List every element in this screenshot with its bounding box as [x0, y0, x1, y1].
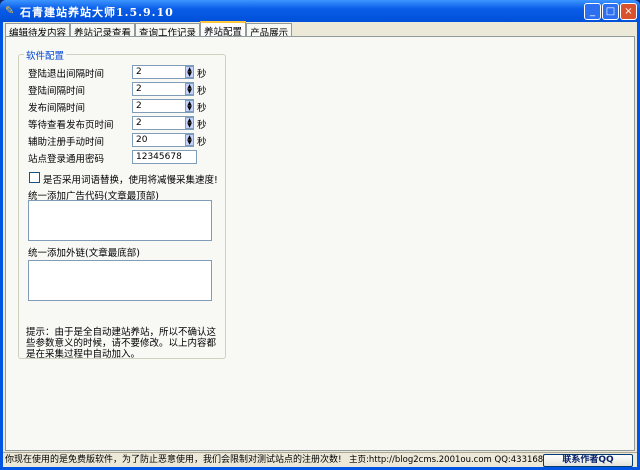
- tab-products[interactable]: 产品展示: [246, 23, 293, 39]
- contact-author-button[interactable]: 联系作者QQ: [543, 454, 633, 467]
- ad-code-textarea[interactable]: [28, 200, 212, 241]
- spinner-icon[interactable]: ▲ ▼: [185, 134, 194, 146]
- spinner-icon[interactable]: ▲ ▼: [185, 66, 194, 78]
- close-button[interactable]: ×: [620, 3, 637, 20]
- synonym-checkbox[interactable]: [29, 172, 40, 183]
- spinner-icon[interactable]: ▲ ▼: [185, 100, 194, 112]
- tab-bar: 编辑待发内容 养站记录查看 查询工作记录 养站配置 产品展示: [5, 21, 293, 39]
- field-label: 站点登录通用密码: [28, 154, 105, 165]
- tab-work-records[interactable]: 查询工作记录: [135, 23, 201, 39]
- field-label: 辅助注册手动时间: [28, 137, 105, 148]
- status-bar: 你现在使用的是免费版软件，为了防止恶意使用，我们会限制对测试站点的注册次数! 主…: [3, 452, 637, 467]
- unit-label: 秒: [197, 86, 207, 97]
- unit-label: 秒: [197, 69, 207, 80]
- client-area: 编辑待发内容 养站记录查看 查询工作记录 养站配置 产品展示 软件配置 登陆退出…: [3, 21, 637, 467]
- field-label: 登陆退出间隔时间: [28, 69, 105, 80]
- maximize-button[interactable]: □: [602, 3, 619, 20]
- password-input[interactable]: 12345678: [132, 150, 197, 164]
- status-homepage: 主页:http://blog2cms.2001ou.com QQ:433168: [349, 455, 544, 465]
- main-window: ✎ 石青建站养站大师1.5.9.10 _ □ × 编辑待发内容 养站记录查看 查…: [0, 0, 640, 470]
- spinner-icon[interactable]: ▲ ▼: [185, 83, 194, 95]
- field-label: 等待查看发布页时间: [28, 120, 114, 131]
- link-label: 统一添加外链(文章最底部): [28, 248, 140, 259]
- field-label: 登陆间隔时间: [28, 86, 86, 97]
- tab-site-records[interactable]: 养站记录查看: [70, 23, 136, 39]
- link-textarea[interactable]: [28, 260, 212, 301]
- unit-label: 秒: [197, 120, 207, 131]
- unit-label: 秒: [197, 137, 207, 148]
- spinner-icon[interactable]: ▲ ▼: [185, 117, 194, 129]
- app-icon: ✎: [5, 4, 15, 17]
- config-page: 软件配置 登陆退出间隔时间 2 ▲ ▼ 秒 登陆间隔时间 2 ▲ ▼ 秒 发布间隔时…: [5, 36, 635, 451]
- group-title: 软件配置: [24, 48, 67, 62]
- window-title: 石青建站养站大师1.5.9.10: [20, 6, 174, 19]
- software-config-group: 软件配置 登陆退出间隔时间 2 ▲ ▼ 秒 登陆间隔时间 2 ▲ ▼ 秒 发布间隔时…: [18, 48, 226, 360]
- status-notice: 你现在使用的是免费版软件，为了防止恶意使用，我们会限制对测试站点的注册次数!: [5, 455, 342, 465]
- unit-label: 秒: [197, 103, 207, 114]
- hint-text: 提示：由于是全自动建站养站，所以不确认这些参数意义的时候，请不要修改。以上内容都…: [26, 327, 217, 360]
- field-label: 发布间隔时间: [28, 103, 86, 114]
- minimize-button[interactable]: _: [584, 3, 601, 20]
- tab-edit-content[interactable]: 编辑待发内容: [5, 23, 71, 39]
- title-bar: ✎ 石青建站养站大师1.5.9.10 _ □ ×: [0, 0, 640, 22]
- synonym-checkbox-label: 是否采用词语替换，使用将减慢采集速度!: [43, 175, 218, 186]
- tab-site-config[interactable]: 养站配置: [200, 21, 247, 38]
